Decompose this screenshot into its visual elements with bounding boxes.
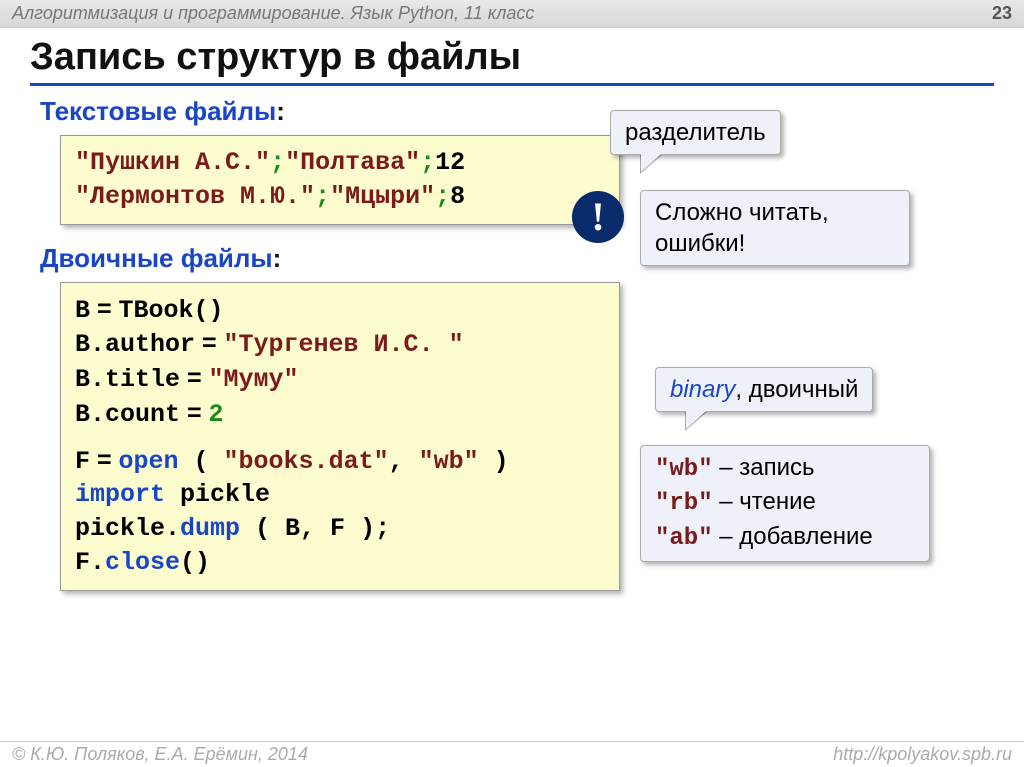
binary-file-example: B = TBook() B.author = "Тургенев И.С. " … <box>60 282 620 591</box>
header-bar: Алгоритмизация и программирование. Язык … <box>0 0 1024 28</box>
callout-binary: binary, двоичный <box>655 367 873 412</box>
footer-url: http://kpolyakov.spb.ru <box>833 744 1012 765</box>
callout-hard-to-read: Сложно читать, ошибки! <box>640 190 910 266</box>
page-number: 23 <box>992 3 1012 24</box>
callout-delimiter: разделитель <box>610 110 781 155</box>
page-title: Запись структур в файлы <box>30 36 994 86</box>
footer-authors: © К.Ю. Поляков, Е.А. Ерёмин, 2014 <box>12 744 308 765</box>
text-files-label: Текстовые файлы: <box>40 96 994 127</box>
warning-icon: ! <box>572 191 624 243</box>
text-file-example: "Пушкин А.С.";"Полтава";12 "Лермонтов М.… <box>60 135 620 225</box>
footer-bar: © К.Ю. Поляков, Е.А. Ерёмин, 2014 http:/… <box>0 741 1024 767</box>
course-title: Алгоритмизация и программирование. Язык … <box>12 3 534 24</box>
callout-file-modes: "wb" – запись "rb" – чтение "ab" – добав… <box>640 445 930 562</box>
